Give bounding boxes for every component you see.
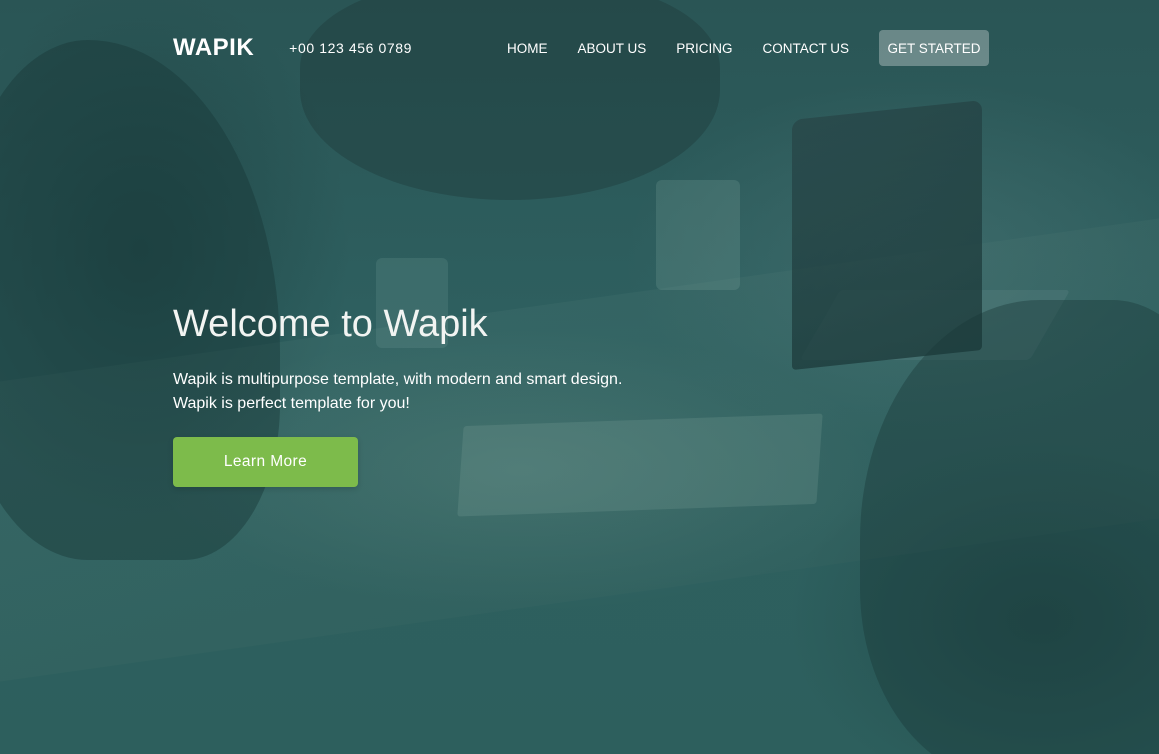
background-cup: [656, 180, 740, 290]
nav-item-pricing[interactable]: PRICING: [676, 41, 732, 56]
nav-item-about-us[interactable]: ABOUT US: [577, 41, 646, 56]
hero-subtitle: Wapik is multipurpose template, with mod…: [173, 368, 733, 416]
nav-item-contact-us[interactable]: CONTACT US: [762, 41, 849, 56]
hero-subtitle-line-2: Wapik is perfect template for you!: [173, 395, 410, 412]
learn-more-button[interactable]: Learn More: [173, 437, 358, 487]
nav-item-home[interactable]: HOME: [507, 41, 548, 56]
hero-subtitle-line-1: Wapik is multipurpose template, with mod…: [173, 371, 623, 388]
phone-number: +00 123 456 0789: [289, 40, 413, 56]
get-started-button[interactable]: GET STARTED: [879, 30, 989, 66]
hero-section: WAPIK +00 123 456 0789 HOME ABOUT US PRI…: [0, 0, 1159, 754]
site-header: WAPIK +00 123 456 0789 HOME ABOUT US PRI…: [173, 30, 989, 66]
site-logo[interactable]: WAPIK: [173, 34, 254, 62]
main-nav: HOME ABOUT US PRICING CONTACT US: [507, 41, 849, 56]
hero-content: Welcome to Wapik Wapik is multipurpose t…: [173, 302, 733, 487]
hero-title: Welcome to Wapik: [173, 303, 488, 345]
